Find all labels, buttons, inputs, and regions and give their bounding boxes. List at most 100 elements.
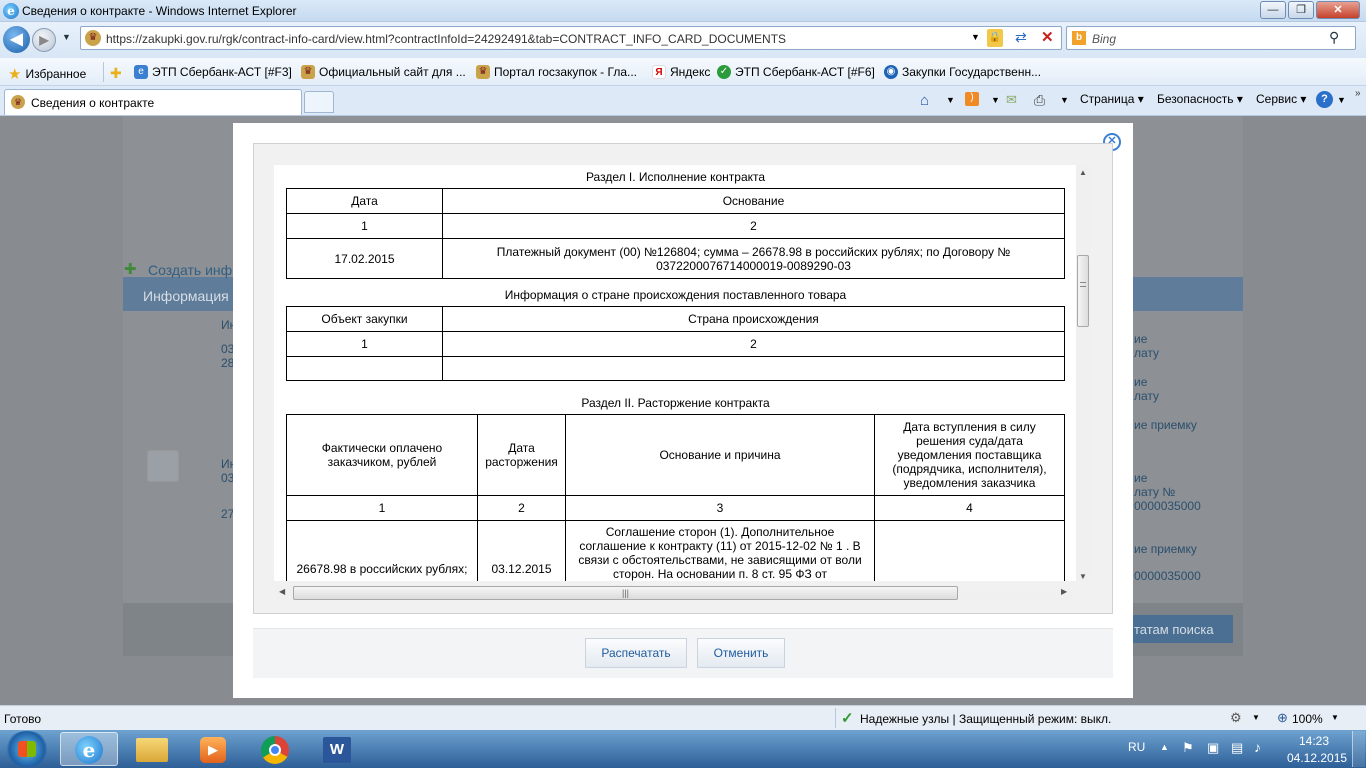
search-box[interactable]: b Bing ⚲ [1066, 26, 1356, 50]
empty-cell [286, 356, 443, 381]
service-menu[interactable]: Сервис ▾ [1256, 92, 1306, 106]
start-button[interactable] [4, 731, 50, 767]
search-icon[interactable]: ⚲ [1329, 29, 1339, 46]
refresh-icon[interactable]: ⇄ [1015, 29, 1027, 46]
add-favorites-button[interactable]: ✚ [110, 65, 122, 82]
col-date-header: Дата [286, 188, 443, 214]
window-title: Сведения о контракте - Windows Internet … [22, 4, 297, 18]
show-desktop-button[interactable] [1352, 731, 1365, 767]
vertical-scrollbar[interactable] [1076, 165, 1090, 581]
bing-icon: b [1072, 31, 1086, 45]
status-bar: Готово ✓ Надежные узлы | Защищенный режи… [0, 705, 1366, 730]
page-menu-label: Страница [1080, 92, 1135, 106]
scroll-left-icon[interactable]: ◀ [279, 587, 285, 596]
gear-icon[interactable]: ⚙ [1230, 710, 1242, 726]
chrome-icon [261, 736, 289, 764]
bg-text: 0000035000 [1134, 569, 1201, 583]
rss-dropdown-icon[interactable]: ▼ [991, 95, 1000, 105]
fav-item-label: Яндекс [670, 65, 711, 79]
favorites-label: Избранное [25, 67, 87, 81]
stop-icon[interactable]: ✕ [1041, 28, 1054, 46]
yandex-icon: Я [652, 65, 666, 79]
close-window-button[interactable]: ✕ [1316, 1, 1360, 19]
fav-item-label: ЭТП Сбербанк-АСТ [#F3] [152, 65, 292, 79]
mail-icon[interactable]: ✉ [1006, 92, 1017, 108]
search-placeholder: Bing [1092, 32, 1117, 46]
back-button[interactable]: ◀ [3, 26, 30, 53]
safety-menu[interactable]: Безопасность ▾ [1157, 92, 1243, 106]
taskbar-word[interactable]: W [308, 732, 366, 766]
origin-title: Информация о стране происхождения постав… [504, 288, 847, 302]
rss-icon[interactable]: ) [965, 92, 979, 106]
fav-item-zakupki[interactable]: ◉ Закупки Государственн... [884, 65, 1041, 79]
address-dropdown-icon[interactable]: ▼ [971, 32, 980, 42]
history-dropdown-icon[interactable]: ▼ [62, 32, 71, 42]
tray-expand-icon[interactable]: ▲ [1160, 742, 1169, 752]
tab-contract-info[interactable]: ♛ Сведения о контракте [4, 89, 302, 115]
horizontal-scroll-thumb[interactable]: ||| [293, 586, 958, 600]
page-icon: e [134, 65, 148, 79]
scroll-up-icon[interactable]: ▲ [1079, 168, 1087, 177]
scroll-right-icon[interactable]: ▶ [1061, 587, 1067, 596]
home-dropdown-icon[interactable]: ▼ [946, 95, 955, 105]
col-paid-header: Фактически оплачено заказчиком, рублей [286, 414, 478, 496]
chevron-right-icon[interactable]: » [1355, 88, 1361, 99]
lock-icon[interactable]: 🔒 [987, 29, 1003, 47]
taskbar-explorer[interactable] [122, 732, 180, 766]
site-emblem-icon: ♛ [85, 30, 101, 46]
bg-text: ие [1134, 471, 1148, 485]
help-icon[interactable]: ? [1316, 91, 1333, 108]
fav-item-yandex[interactable]: Я Яндекс [652, 65, 710, 79]
taskbar-chrome[interactable] [246, 732, 304, 766]
volume-icon[interactable]: ♪ [1254, 739, 1261, 755]
section1-title: Раздел I. Исполнение контракта [585, 170, 766, 184]
termination-table: Фактически оплачено заказчиком, рублей Д… [286, 414, 1065, 581]
address-bar[interactable]: ♛ https://zakupki.gov.ru/rgk/contract-in… [80, 26, 1062, 50]
tray-icon[interactable]: ▣ [1207, 740, 1219, 756]
action-center-icon[interactable]: ⚑ [1182, 740, 1194, 756]
col-reason-header: Основание и причина [565, 414, 875, 496]
print-icon[interactable]: ⎙ [1034, 92, 1045, 109]
zoom-level[interactable]: 100% [1292, 712, 1323, 726]
add-star-icon: ✚ [110, 65, 122, 81]
new-tab-button[interactable] [304, 91, 334, 113]
forward-button[interactable]: ▶ [32, 28, 56, 52]
cancel-button[interactable]: Отменить [697, 638, 785, 668]
execution-table: Дата Основание 1 2 17.02.2015 Платежный … [286, 188, 1065, 279]
zoom-dropdown-icon[interactable]: ▼ [1331, 713, 1339, 722]
gear-dropdown-icon[interactable]: ▼ [1252, 713, 1260, 722]
taskbar-media[interactable]: ▶ [184, 732, 242, 766]
scroll-down-icon[interactable]: ▼ [1079, 572, 1087, 581]
taskbar-ie[interactable]: e [60, 732, 118, 766]
zoom-icon[interactable]: ⊕ [1277, 710, 1288, 726]
language-indicator[interactable]: RU [1128, 740, 1145, 754]
maximize-button[interactable]: ❐ [1288, 1, 1314, 19]
termination-date: 03.12.2015 [477, 520, 566, 581]
help-dropdown-icon[interactable]: ▼ [1337, 95, 1346, 105]
termination-reason: Соглашение сторон (1). Дополнительное со… [565, 520, 875, 581]
execution-basis: Платежный документ (00) №126804; сумма –… [442, 238, 1065, 279]
print-dropdown-icon[interactable]: ▼ [1060, 95, 1069, 105]
fav-item-sberbank-f3[interactable]: e ЭТП Сбербанк-АСТ [#F3] [134, 65, 292, 79]
emblem-icon: ♛ [11, 95, 25, 109]
check-icon: ✓ [841, 710, 854, 727]
network-icon[interactable]: ▤ [1231, 740, 1243, 756]
ie-logo-icon: e [3, 3, 19, 19]
favorites-button[interactable]: ★ Избранное [8, 65, 86, 83]
fav-item-label: ЭТП Сбербанк-АСТ [#F6] [735, 65, 875, 79]
clock-date[interactable]: 04.12.2015 [1287, 751, 1347, 765]
globe-icon: ◉ [884, 65, 898, 79]
window-title-bar: e Сведения о контракте - Windows Interne… [0, 0, 1366, 22]
minimize-button[interactable]: — [1260, 1, 1286, 19]
fav-item-portal[interactable]: ♛ Портал госзакупок - Гла... [476, 65, 637, 79]
fav-item-sberbank-f6[interactable]: ✓ ЭТП Сбербанк-АСТ [#F6] [717, 65, 875, 79]
vertical-scroll-thumb[interactable] [1077, 255, 1089, 327]
word-icon: W [323, 737, 351, 763]
home-icon[interactable]: ⌂ [920, 92, 929, 109]
print-button[interactable]: Распечатать [585, 638, 687, 668]
fav-item-official-site[interactable]: ♛ Официальный сайт для ... [301, 65, 466, 79]
bg-emblem [147, 450, 179, 482]
bg-text: татам поиска [1134, 622, 1214, 637]
page-menu[interactable]: Страница ▾ [1080, 92, 1144, 106]
clock-time[interactable]: 14:23 [1299, 734, 1329, 748]
